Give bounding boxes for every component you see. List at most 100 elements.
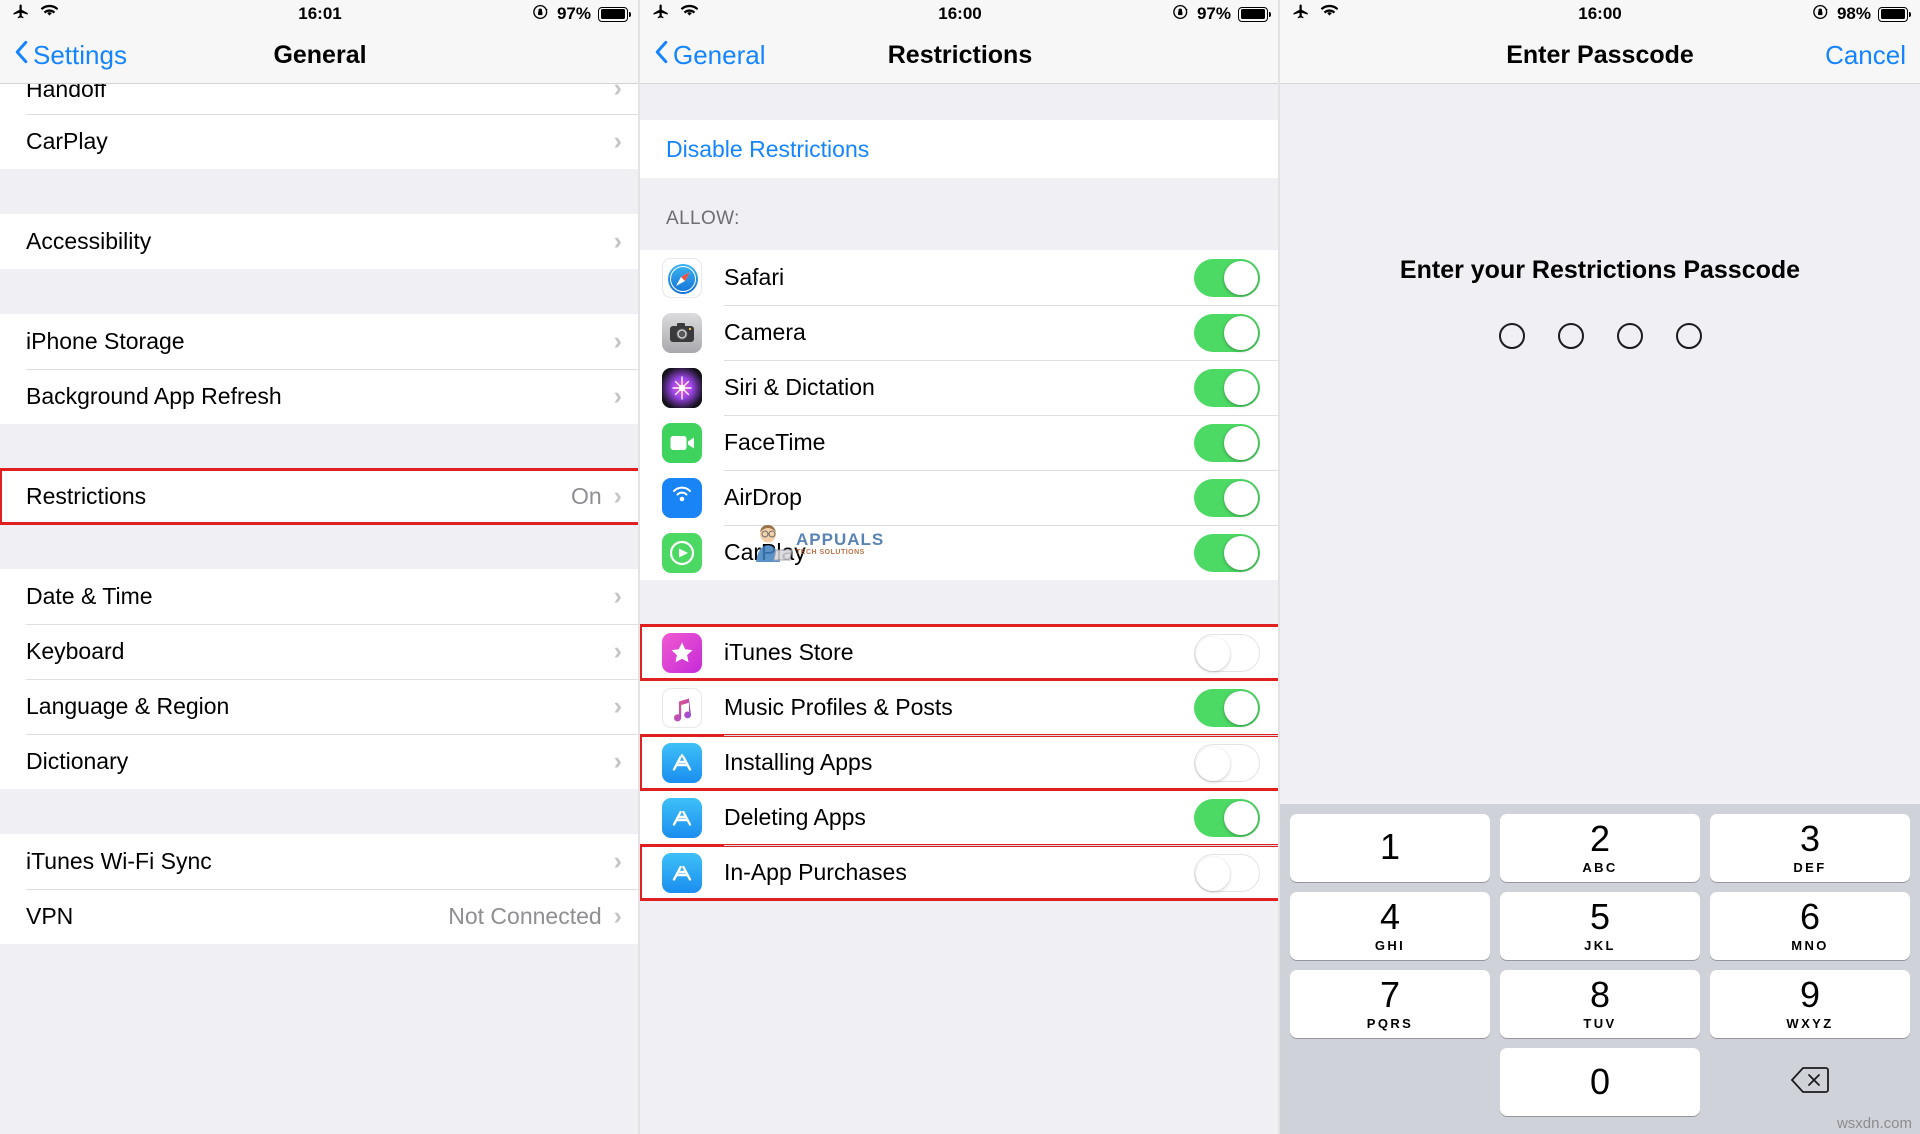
- toggle-itunes-store[interactable]: [1194, 633, 1260, 672]
- toggle-airdrop[interactable]: [1194, 478, 1260, 517]
- toggle-carplay[interactable]: [1194, 533, 1260, 572]
- store-row-in-app-purchases[interactable]: In-App Purchases: [640, 844, 1280, 901]
- key-1[interactable]: 1: [1290, 814, 1490, 882]
- allow-row-carplay[interactable]: CarPlay: [640, 525, 1280, 580]
- chevron-right-icon: ›: [613, 582, 622, 610]
- restrictions-list[interactable]: Disable Restrictions ALLOW: Safari Camer…: [640, 84, 1280, 1134]
- chevron-right-icon: ›: [613, 692, 622, 720]
- allow-row-airdrop[interactable]: AirDrop: [640, 470, 1280, 525]
- page-title-enter-passcode: Enter Passcode: [1506, 41, 1694, 69]
- toggle-safari[interactable]: [1194, 258, 1260, 297]
- key-4[interactable]: 4 GHI: [1290, 892, 1490, 960]
- toggle-knob: [1224, 425, 1258, 460]
- disable-restrictions-label: Disable Restrictions: [666, 135, 870, 162]
- row-iphone-storage[interactable]: iPhone Storage ›: [0, 314, 640, 369]
- row-handoff[interactable]: Handoff ›: [0, 84, 640, 114]
- key-0[interactable]: 0: [1500, 1048, 1700, 1116]
- key-letters: TUV: [1583, 1016, 1617, 1031]
- facetime-icon: [662, 422, 702, 463]
- toggle-installing-apps[interactable]: [1194, 743, 1260, 782]
- store-row-installing-apps[interactable]: Installing Apps: [640, 734, 1280, 791]
- row-date-time[interactable]: Date & Time ›: [0, 569, 640, 624]
- group-gap: [0, 789, 640, 834]
- rotation-lock-icon: [532, 3, 550, 26]
- row-language-region[interactable]: Language & Region ›: [0, 679, 640, 734]
- key-8[interactable]: 8 TUV: [1500, 970, 1700, 1038]
- toggle-deleting-apps[interactable]: [1194, 798, 1260, 837]
- allow-row-camera[interactable]: Camera: [640, 305, 1280, 360]
- allow-row-safari[interactable]: Safari: [640, 250, 1280, 305]
- panel-restrictions: 16:00 97% General Restrictions Disable R…: [640, 0, 1280, 1134]
- allow-row-label: CarPlay: [724, 539, 806, 565]
- status-right-1: 97%: [532, 3, 631, 26]
- panel-enter-passcode: 16:00 98% Enter Passcode Cancel Enter yo…: [1280, 0, 1920, 1134]
- chevron-right-icon: ›: [613, 847, 622, 875]
- status-right-3: 98%: [1812, 3, 1911, 26]
- row-label: Dictionary: [26, 748, 129, 774]
- back-button-general[interactable]: General: [654, 39, 766, 72]
- airdrop-icon: [662, 477, 702, 518]
- battery-icon-3: [1878, 6, 1911, 22]
- app-store-icon: [662, 742, 702, 783]
- allow-row-label: Siri & Dictation: [724, 374, 875, 400]
- key-3[interactable]: 3 DEF: [1710, 814, 1910, 882]
- key-6[interactable]: 6 MNO: [1710, 892, 1910, 960]
- panel-divider-1: [638, 0, 640, 1134]
- key-7[interactable]: 7 PQRS: [1290, 970, 1490, 1038]
- row-label: CarPlay: [26, 128, 108, 154]
- key-2[interactable]: 2 ABC: [1500, 814, 1700, 882]
- disable-restrictions-button[interactable]: Disable Restrictions: [640, 120, 1280, 178]
- group-gap: [0, 269, 640, 314]
- toggle-knob: [1224, 315, 1258, 350]
- toggle-facetime[interactable]: [1194, 423, 1260, 462]
- row-accessibility[interactable]: Accessibility ›: [0, 214, 640, 269]
- toggle-camera[interactable]: [1194, 313, 1260, 352]
- key-letters: WXYZ: [1786, 1016, 1834, 1031]
- row-label: Keyboard: [26, 638, 125, 664]
- key-9[interactable]: 9 WXYZ: [1710, 970, 1910, 1038]
- store-row-label: Deleting Apps: [724, 804, 866, 830]
- row-carplay[interactable]: CarPlay ›: [0, 114, 640, 169]
- chevron-left-icon: [14, 39, 29, 72]
- chevron-right-icon: ›: [613, 127, 622, 155]
- store-row-deleting-apps[interactable]: Deleting Apps: [640, 790, 1280, 845]
- cancel-button[interactable]: Cancel: [1825, 40, 1906, 71]
- row-itunes-wifi-sync[interactable]: iTunes Wi-Fi Sync ›: [0, 834, 640, 889]
- numeric-keypad[interactable]: 1 2 ABC 3 DEF 4 GHI 5 JKL 6 MNO 7 PQRS 8…: [1280, 804, 1920, 1134]
- toggle-knob: [1196, 746, 1230, 781]
- key-number: 4: [1379, 896, 1401, 937]
- row-vpn[interactable]: VPN Not Connected ›: [0, 889, 640, 944]
- row-label: Language & Region: [26, 693, 230, 719]
- row-restrictions[interactable]: Restrictions On ›: [0, 468, 640, 525]
- toggle-music-profiles[interactable]: [1194, 688, 1260, 727]
- toggle-in-app-purchases[interactable]: [1194, 853, 1260, 892]
- passcode-dot: [1557, 323, 1584, 349]
- rotation-lock-icon: [1812, 3, 1830, 26]
- toggle-siri[interactable]: [1194, 368, 1260, 407]
- chevron-right-icon: ›: [613, 382, 622, 410]
- allow-row-facetime[interactable]: FaceTime: [640, 415, 1280, 470]
- battery-percent-2: 97%: [1196, 4, 1231, 23]
- toggle-knob: [1224, 690, 1258, 725]
- row-background-app-refresh[interactable]: Background App Refresh ›: [0, 369, 640, 424]
- back-button-label: General: [673, 40, 766, 70]
- allow-row-siri[interactable]: Siri & Dictation: [640, 360, 1280, 415]
- back-button-label: Settings: [33, 40, 127, 70]
- key-delete[interactable]: [1710, 1048, 1910, 1116]
- key-5[interactable]: 5 JKL: [1500, 892, 1700, 960]
- key-letters: MNO: [1791, 938, 1829, 953]
- back-button-settings[interactable]: Settings: [14, 39, 127, 72]
- keypad-row-4: 0: [1288, 1048, 1912, 1116]
- row-dictionary[interactable]: Dictionary ›: [0, 734, 640, 789]
- row-label: Restrictions: [26, 483, 147, 509]
- nav-bar-general: Settings General: [0, 28, 640, 84]
- store-group: iTunes Store Music Profiles & Posts Inst…: [640, 624, 1280, 901]
- store-row-itunes-store[interactable]: iTunes Store: [640, 624, 1280, 681]
- key-letters: GHI: [1374, 938, 1406, 953]
- row-keyboard[interactable]: Keyboard ›: [0, 624, 640, 679]
- battery-icon-2: [1238, 6, 1271, 22]
- chevron-right-icon: ›: [613, 482, 622, 510]
- store-row-music-profiles[interactable]: Music Profiles & Posts: [640, 680, 1280, 735]
- general-settings-list[interactable]: Handoff › CarPlay › Accessibility › iPho…: [0, 84, 640, 1134]
- key-number: 2: [1589, 818, 1611, 859]
